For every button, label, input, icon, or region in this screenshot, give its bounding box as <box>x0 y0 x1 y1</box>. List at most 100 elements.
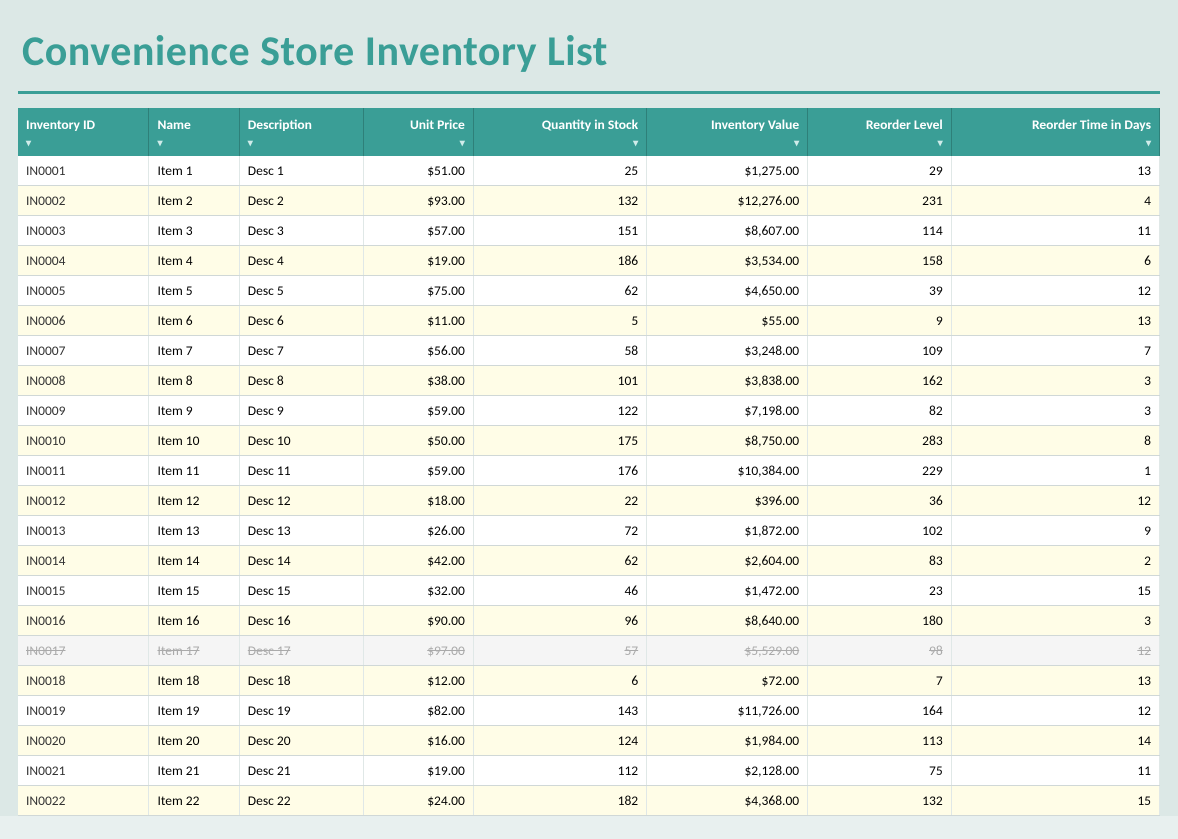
cell-desc: Desc 19 <box>239 696 363 726</box>
col-header-reorder_time[interactable]: Reorder Time in Days ▾ <box>951 108 1159 156</box>
cell-desc: Desc 7 <box>239 336 363 366</box>
cell-id: IN0010 <box>18 426 149 456</box>
cell-reorder_level: 102 <box>808 516 952 546</box>
cell-qty: 72 <box>473 516 646 546</box>
table-row: IN0006Item 6Desc 6$11.005$55.00913 <box>18 306 1160 336</box>
col-label-reorder_time: Reorder Time in Days <box>960 116 1151 133</box>
cell-id: IN0016 <box>18 606 149 636</box>
col-header-unit_price[interactable]: Unit Price ▾ <box>363 108 473 156</box>
table-row: IN0015Item 15Desc 15$32.0046$1,472.00231… <box>18 576 1160 606</box>
cell-unit_price: $75.00 <box>363 276 473 306</box>
cell-reorder_level: 23 <box>808 576 952 606</box>
cell-inv_value: $8,640.00 <box>647 606 808 636</box>
cell-inv_value: $12,276.00 <box>647 186 808 216</box>
cell-name: Item 5 <box>149 276 239 306</box>
cell-inv_value: $1,872.00 <box>647 516 808 546</box>
cell-qty: 151 <box>473 216 646 246</box>
dropdown-arrow-icon[interactable]: ▾ <box>1146 136 1151 149</box>
cell-reorder_time: 15 <box>951 576 1159 606</box>
cell-reorder_time: 6 <box>951 246 1159 276</box>
cell-name: Item 14 <box>149 546 239 576</box>
cell-qty: 25 <box>473 156 646 186</box>
dropdown-arrow-icon[interactable]: ▾ <box>633 136 638 149</box>
table-row: IN0020Item 20Desc 20$16.00124$1,984.0011… <box>18 726 1160 756</box>
col-header-id[interactable]: Inventory ID ▾ <box>18 108 149 156</box>
cell-qty: 62 <box>473 546 646 576</box>
cell-reorder_time: 3 <box>951 606 1159 636</box>
cell-reorder_level: 180 <box>808 606 952 636</box>
cell-inv_value: $1,984.00 <box>647 726 808 756</box>
cell-unit_price: $82.00 <box>363 696 473 726</box>
table-row: IN0011Item 11Desc 11$59.00176$10,384.002… <box>18 456 1160 486</box>
cell-reorder_level: 75 <box>808 756 952 786</box>
cell-desc: Desc 15 <box>239 576 363 606</box>
dropdown-arrow-icon[interactable]: ▾ <box>26 136 31 149</box>
cell-desc: Desc 16 <box>239 606 363 636</box>
cell-unit_price: $59.00 <box>363 456 473 486</box>
cell-name: Item 2 <box>149 186 239 216</box>
col-header-inv_value[interactable]: Inventory Value ▾ <box>647 108 808 156</box>
cell-unit_price: $16.00 <box>363 726 473 756</box>
cell-reorder_level: 7 <box>808 666 952 696</box>
cell-inv_value: $55.00 <box>647 306 808 336</box>
cell-unit_price: $56.00 <box>363 336 473 366</box>
cell-inv_value: $3,838.00 <box>647 366 808 396</box>
cell-inv_value: $8,607.00 <box>647 216 808 246</box>
col-header-name[interactable]: Name ▾ <box>149 108 239 156</box>
cell-qty: 124 <box>473 726 646 756</box>
cell-reorder_level: 158 <box>808 246 952 276</box>
cell-desc: Desc 8 <box>239 366 363 396</box>
cell-name: Item 17 <box>149 636 239 666</box>
cell-unit_price: $32.00 <box>363 576 473 606</box>
cell-unit_price: $19.00 <box>363 756 473 786</box>
table-row: IN0014Item 14Desc 14$42.0062$2,604.00832 <box>18 546 1160 576</box>
cell-reorder_time: 13 <box>951 306 1159 336</box>
cell-reorder_time: 13 <box>951 156 1159 186</box>
cell-inv_value: $1,275.00 <box>647 156 808 186</box>
cell-desc: Desc 12 <box>239 486 363 516</box>
cell-reorder_time: 1 <box>951 456 1159 486</box>
cell-name: Item 4 <box>149 246 239 276</box>
cell-qty: 22 <box>473 486 646 516</box>
dropdown-arrow-icon[interactable]: ▾ <box>157 136 162 149</box>
cell-name: Item 13 <box>149 516 239 546</box>
cell-reorder_time: 11 <box>951 216 1159 246</box>
cell-id: IN0008 <box>18 366 149 396</box>
inventory-table: Inventory ID ▾Name ▾Description ▾Unit Pr… <box>18 108 1160 816</box>
cell-desc: Desc 5 <box>239 276 363 306</box>
dropdown-arrow-icon[interactable]: ▾ <box>938 136 943 149</box>
col-label-qty: Quantity in Stock <box>482 116 638 133</box>
cell-desc: Desc 11 <box>239 456 363 486</box>
table-row: IN0018Item 18Desc 18$12.006$72.00713 <box>18 666 1160 696</box>
table-wrapper: Inventory ID ▾Name ▾Description ▾Unit Pr… <box>18 108 1160 816</box>
page-title: Convenience Store Inventory List <box>18 18 1160 91</box>
cell-inv_value: $3,534.00 <box>647 246 808 276</box>
col-label-id: Inventory ID <box>26 116 140 133</box>
dropdown-arrow-icon[interactable]: ▾ <box>248 136 253 149</box>
cell-reorder_time: 3 <box>951 396 1159 426</box>
cell-name: Item 8 <box>149 366 239 396</box>
cell-id: IN0002 <box>18 186 149 216</box>
cell-desc: Desc 4 <box>239 246 363 276</box>
cell-inv_value: $10,384.00 <box>647 456 808 486</box>
cell-unit_price: $90.00 <box>363 606 473 636</box>
col-header-qty[interactable]: Quantity in Stock ▾ <box>473 108 646 156</box>
cell-qty: 6 <box>473 666 646 696</box>
cell-inv_value: $5,529.00 <box>647 636 808 666</box>
cell-reorder_time: 12 <box>951 486 1159 516</box>
col-header-desc[interactable]: Description ▾ <box>239 108 363 156</box>
cell-inv_value: $4,650.00 <box>647 276 808 306</box>
cell-desc: Desc 17 <box>239 636 363 666</box>
cell-inv_value: $1,472.00 <box>647 576 808 606</box>
table-row: IN0021Item 21Desc 21$19.00112$2,128.0075… <box>18 756 1160 786</box>
cell-unit_price: $38.00 <box>363 366 473 396</box>
cell-reorder_level: 114 <box>808 216 952 246</box>
cell-qty: 122 <box>473 396 646 426</box>
cell-inv_value: $4,368.00 <box>647 786 808 816</box>
dropdown-arrow-icon[interactable]: ▾ <box>794 136 799 149</box>
cell-reorder_level: 162 <box>808 366 952 396</box>
dropdown-arrow-icon[interactable]: ▾ <box>460 136 465 149</box>
cell-qty: 5 <box>473 306 646 336</box>
col-header-reorder_level[interactable]: Reorder Level ▾ <box>808 108 952 156</box>
cell-qty: 46 <box>473 576 646 606</box>
